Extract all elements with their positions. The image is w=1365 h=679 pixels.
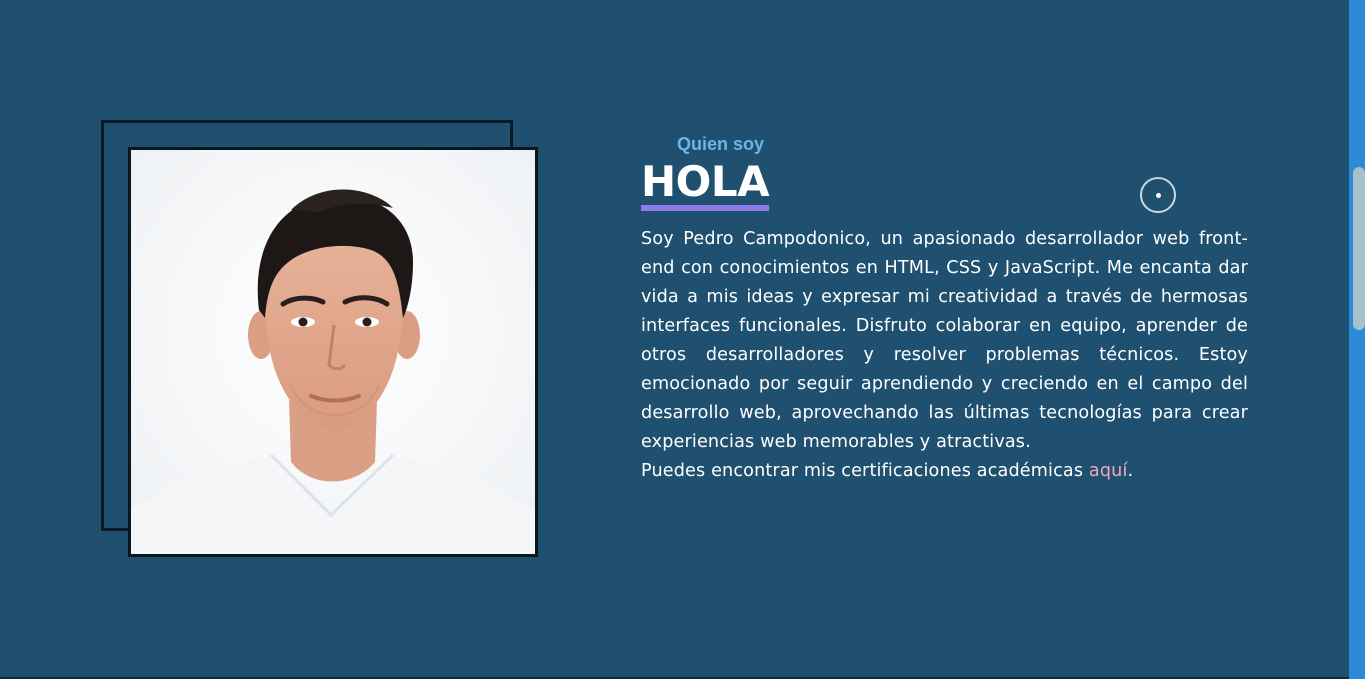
scrollbar-track[interactable] xyxy=(1349,0,1365,679)
about-section: Quien soy HOLA Soy Pedro Campodonico, un… xyxy=(0,0,1365,679)
cursor-dot-icon xyxy=(1156,193,1161,198)
profile-photo xyxy=(128,147,538,557)
section-heading: HOLA xyxy=(641,160,770,211)
section-eyebrow: Quien soy xyxy=(677,134,765,154)
certifications-suffix: . xyxy=(1127,461,1134,481)
scrollbar-thumb[interactable] xyxy=(1353,167,1365,330)
cursor-ring-icon xyxy=(1140,177,1176,213)
profile-photo-illustration xyxy=(131,150,535,554)
certifications-line: Puedes encontrar mis certificaciones aca… xyxy=(641,457,1248,486)
certifications-text: Puedes encontrar mis certificaciones aca… xyxy=(641,461,1089,481)
bio-paragraph: Soy Pedro Campodonico, un apasionado des… xyxy=(641,229,1248,452)
certifications-link[interactable]: aquí xyxy=(1089,461,1128,481)
